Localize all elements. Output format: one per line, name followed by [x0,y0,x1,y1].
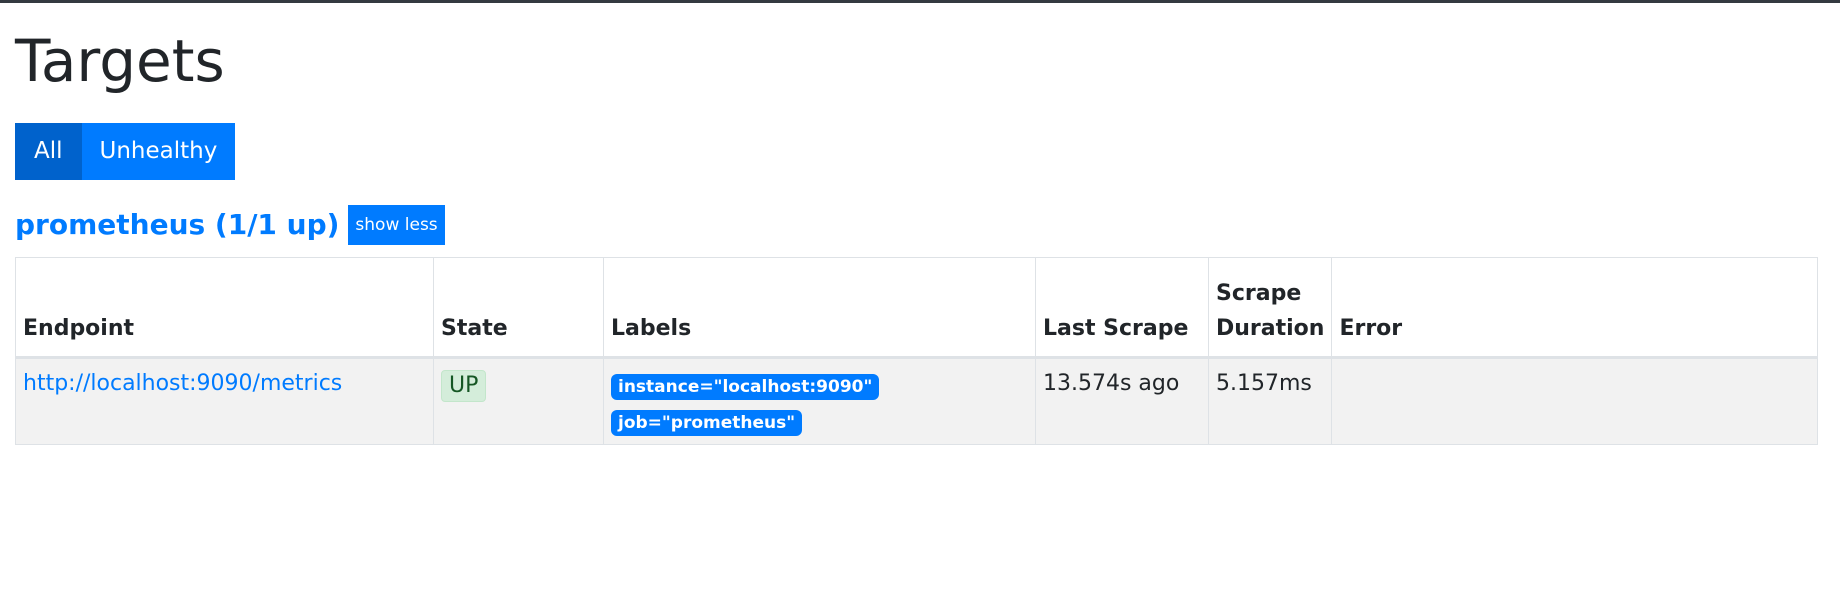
state-badge: UP [441,370,487,402]
job-header: prometheus (1/1 up) show less [15,205,445,245]
label-badge-instance: instance="localhost:9090" [611,374,880,400]
endpoint-cell: http://localhost:9090/metrics [15,357,434,445]
header-state: State [433,257,604,359]
header-endpoint: Endpoint [15,257,434,359]
target-filter-group: All Unhealthy [15,123,236,180]
error-cell [1331,357,1818,445]
top-navbar-edge [0,0,1840,3]
table-header-row: Endpoint State Labels Last Scrape Scrape… [15,257,1818,359]
show-less-button[interactable]: show less [348,205,445,245]
endpoint-link[interactable]: http://localhost:9090/metrics [23,371,342,396]
scrape-duration-cell: 5.157ms [1207,357,1333,445]
header-labels: Labels [603,257,1036,359]
header-scrape-duration: Scrape Duration [1207,257,1333,359]
label-badge-job: job="prometheus" [611,410,803,436]
job-link-prometheus[interactable]: prometheus (1/1 up) [15,206,339,244]
last-scrape-cell: 13.574s ago [1035,357,1209,445]
page-title: Targets [15,27,225,95]
filter-all-button[interactable]: All [15,123,82,180]
header-error: Error [1331,257,1818,359]
targets-table: Endpoint State Labels Last Scrape Scrape… [15,257,1818,445]
header-scrape-duration-line1: Scrape [1216,281,1302,306]
labels-cell: instance="localhost:9090" job="prometheu… [603,357,1036,445]
header-scrape-duration-line2: Duration [1216,316,1325,341]
state-cell: UP [433,357,604,445]
header-last-scrape: Last Scrape [1035,257,1209,359]
filter-unhealthy-button[interactable]: Unhealthy [81,123,236,180]
table-row: http://localhost:9090/metrics UP instanc… [15,357,1818,445]
